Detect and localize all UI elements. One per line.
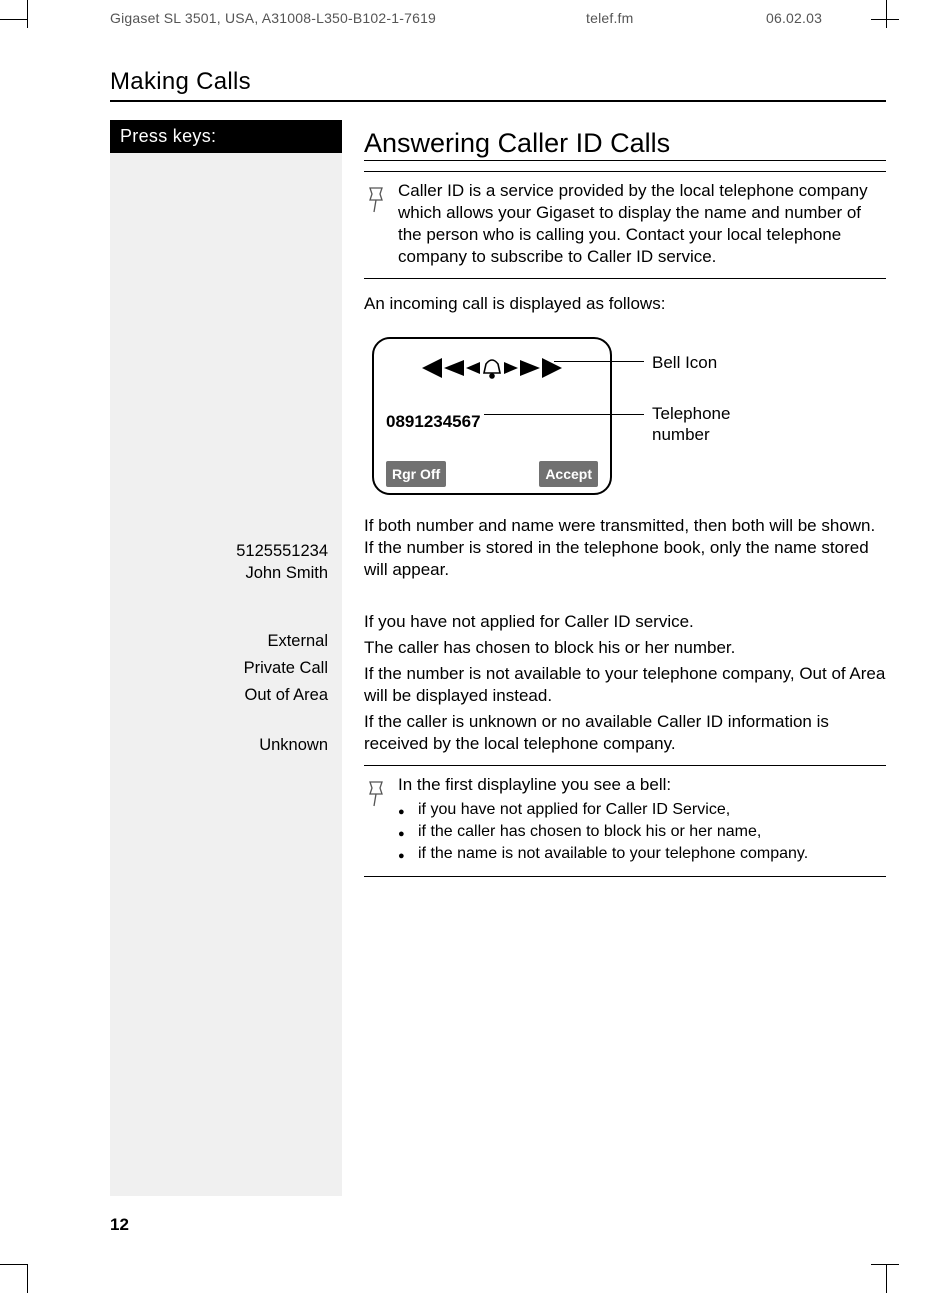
desc-private: The caller has chosen to block his or he…	[364, 637, 886, 659]
running-head: Gigaset SL 3501, USA, A31008-L350-B102-1…	[110, 10, 886, 26]
runhead-left: Gigaset SL 3501, USA, A31008-L350-B102-1…	[110, 10, 586, 26]
callout-bell-icon: Bell Icon	[652, 352, 717, 373]
runhead-center: telef.fm	[586, 10, 766, 26]
desc-outofarea: If the number is not available to your t…	[364, 663, 886, 707]
page: Gigaset SL 3501, USA, A31008-L350-B102-1…	[110, 10, 886, 1196]
crop-mark	[886, 1265, 887, 1293]
callout-tel-l2: number	[652, 425, 710, 444]
side-example-number: 5125551234	[236, 540, 328, 562]
bell-animation-icon	[386, 353, 598, 383]
crop-mark	[871, 1264, 899, 1265]
side-example: 5125551234 John Smith	[236, 540, 328, 584]
pushpin-icon	[364, 180, 398, 268]
callout-telephone-number: Telephone number	[652, 403, 730, 445]
heading: Answering Caller ID Calls	[364, 132, 886, 161]
intro-text: An incoming call is displayed as follows…	[364, 293, 886, 315]
crop-mark	[886, 0, 887, 28]
crop-mark	[27, 0, 28, 28]
note2-bullet: if the name is not available to your tel…	[398, 844, 886, 864]
note2-lead: In the first displayline you see a bell:	[398, 774, 886, 796]
sidebar: Press keys: 5125551234 John Smith Extern…	[110, 120, 342, 1196]
display-illustration: 0891234567 Rgr Off Accept Bell Icon Tele…	[364, 337, 886, 507]
side-label-external: External	[267, 630, 328, 652]
body: Press keys: 5125551234 John Smith Extern…	[110, 120, 886, 1196]
leader-line	[554, 361, 644, 362]
note-callerid-info: Caller ID is a service provided by the l…	[364, 171, 886, 279]
note-text: Caller ID is a service provided by the l…	[398, 180, 886, 268]
pushpin-icon	[364, 774, 398, 866]
desc-external: If you have not applied for Caller ID se…	[364, 611, 886, 633]
leader-line	[484, 414, 644, 415]
crop-mark	[0, 19, 28, 20]
note2-bullet: if you have not applied for Caller ID Se…	[398, 800, 886, 820]
callout-tel-l1: Telephone	[652, 404, 730, 423]
side-label-outofarea: Out of Area	[245, 684, 328, 706]
crop-mark	[0, 1264, 28, 1265]
content: Answering Caller ID Calls Caller ID is a…	[342, 120, 886, 1196]
note-bell-cases: In the first displayline you see a bell:…	[364, 765, 886, 877]
softkey-rgr-off: Rgr Off	[386, 461, 446, 487]
section-title: Making Calls	[110, 68, 886, 102]
runhead-right: 06.02.03	[766, 10, 886, 26]
crop-mark	[27, 1265, 28, 1293]
desc-unknown: If the caller is unknown or no available…	[364, 711, 886, 755]
note2-bullet: if the caller has chosen to block his or…	[398, 822, 886, 842]
softkey-accept: Accept	[539, 461, 598, 487]
side-label-unknown: Unknown	[259, 734, 328, 756]
side-example-name: John Smith	[236, 562, 328, 584]
note2-bullets: if you have not applied for Caller ID Se…	[398, 800, 886, 864]
page-number: 12	[110, 1215, 129, 1235]
para-both-shown: If both number and name were transmitted…	[364, 515, 886, 581]
side-label-private: Private Call	[244, 657, 328, 679]
press-keys-label: Press keys:	[110, 120, 342, 153]
